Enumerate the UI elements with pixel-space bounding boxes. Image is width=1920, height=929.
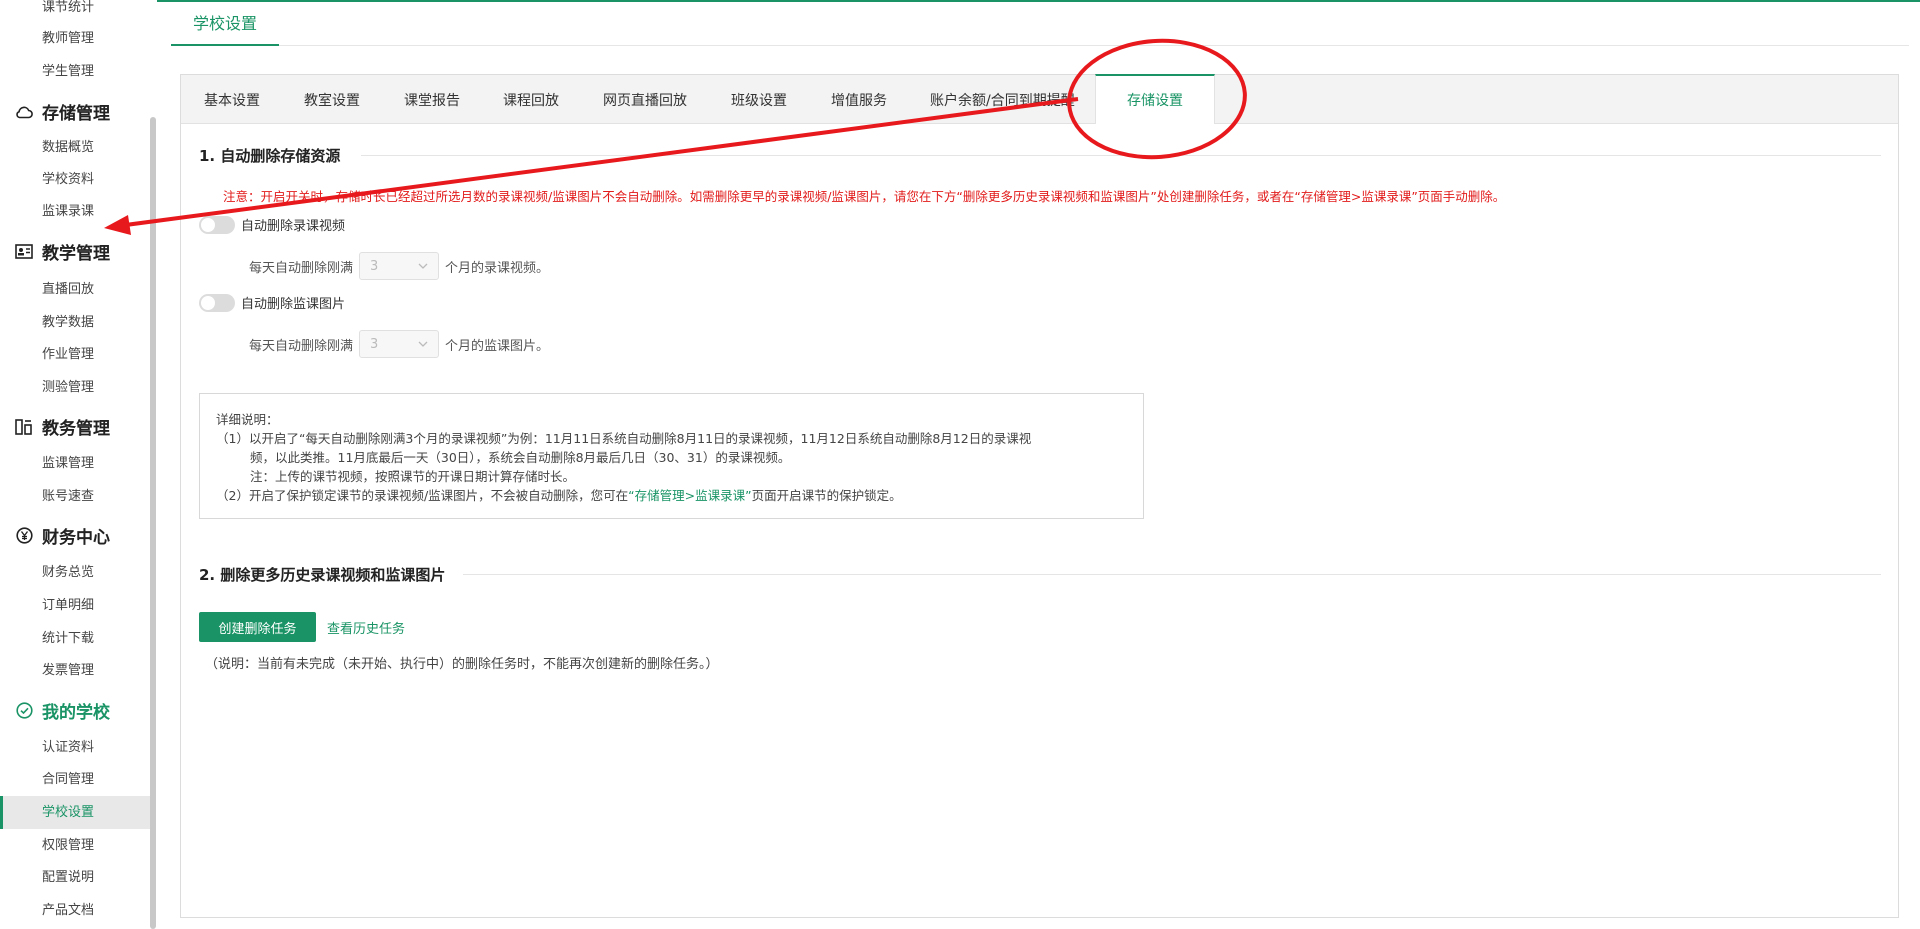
chevron-down-icon — [418, 341, 428, 347]
delete-task-note: （说明：当前有未完成（未开始、执行中）的删除任务时，不能再次创建新的删除任务。） — [205, 657, 719, 672]
image-months-row: 每天自动删除刚满 3 个月的监课图片。 — [249, 330, 549, 358]
school-check-icon — [14, 701, 34, 721]
sidebar-item-order-details[interactable]: 订单明细 — [42, 598, 94, 614]
sidebar-item-permission-management[interactable]: 权限管理 — [42, 838, 94, 854]
video-prefix-text: 每天自动删除刚满 — [249, 260, 354, 276]
sidebar-group-teaching[interactable]: 教学管理 — [14, 239, 110, 264]
section-divider — [463, 574, 1881, 575]
desc-line-1c: 注：上传的课节视频，按照课节的开课日期计算存储时长。 — [250, 469, 576, 484]
sidebar-group-label: 财务中心 — [42, 528, 110, 548]
tab-classroom-settings[interactable]: 教室设置 — [304, 75, 360, 124]
storage-recording-link[interactable]: “存储管理>监课录课” — [628, 488, 751, 503]
toggle-knob — [201, 295, 215, 310]
sidebar-item-teacher-management[interactable]: 教师管理 — [42, 31, 94, 47]
sidebar-item-student-management[interactable]: 学生管理 — [42, 64, 94, 80]
video-months-value: 3 — [370, 258, 379, 274]
sidebar-scrollbar[interactable] — [150, 117, 156, 929]
sidebar-item-account-lookup[interactable]: 账号速查 — [42, 489, 94, 505]
tab-class-settings[interactable]: 班级设置 — [731, 75, 787, 124]
sidebar-item-stats-download[interactable]: 统计下载 — [42, 631, 94, 647]
sidebar-item-contract-management[interactable]: 合同管理 — [42, 772, 94, 788]
tab-class-report[interactable]: 课堂报告 — [404, 75, 460, 124]
sidebar-group-label: 教务管理 — [42, 419, 110, 439]
sidebar-group-label: 我的学校 — [42, 703, 110, 723]
sidebar-group-finance[interactable]: 财务中心 — [14, 523, 110, 548]
auto-delete-video-toggle[interactable] — [199, 215, 235, 234]
video-suffix-text: 个月的录课视频。 — [445, 260, 550, 276]
sidebar-item-monitor-management[interactable]: 监课管理 — [42, 456, 94, 472]
tab-basic-settings[interactable]: 基本设置 — [204, 75, 260, 124]
sidebar-item-homework-management[interactable]: 作业管理 — [42, 347, 94, 363]
section-auto-delete-title: 1. 自动删除存储资源 — [199, 147, 341, 165]
image-months-select[interactable]: 3 — [359, 330, 440, 358]
sidebar-item-lesson-stats[interactable]: 课节统计 — [42, 0, 94, 16]
view-history-tasks-link[interactable]: 查看历史任务 — [327, 618, 405, 637]
yen-icon — [14, 526, 34, 546]
sidebar-group-label: 存储管理 — [42, 104, 110, 124]
settings-panel: 基本设置 教室设置 课堂报告 课程回放 网页直播回放 班级设置 增值服务 账户余… — [180, 74, 1899, 918]
sidebar-item-quiz-management[interactable]: 测验管理 — [42, 380, 94, 396]
sidebar-group-academic[interactable]: 教务管理 — [14, 414, 110, 439]
cloud-icon — [14, 102, 34, 122]
sidebar-item-config-guide[interactable]: 配置说明 — [42, 870, 94, 886]
tab-balance-contract-reminder[interactable]: 账户余额/合同到期提醒 — [930, 75, 1075, 124]
teaching-icon — [14, 242, 34, 262]
video-months-row: 每天自动删除刚满 3 个月的录课视频。 — [249, 252, 549, 280]
sidebar-item-certification[interactable]: 认证资料 — [42, 740, 94, 756]
auto-delete-image-label: 自动删除监课图片 — [241, 297, 346, 312]
tab-course-playback[interactable]: 课程回放 — [503, 75, 559, 124]
tab-storage-settings[interactable]: 存储设置 — [1095, 74, 1215, 124]
image-prefix-text: 每天自动删除刚满 — [249, 338, 354, 354]
sidebar-item-live-playback[interactable]: 直播回放 — [42, 282, 94, 298]
desc-line-2-prefix: （2）开启了保护锁定课节的录课视频/监课图片，不会被自动删除，您可在 — [216, 488, 629, 503]
section-divider — [361, 155, 1881, 156]
desc-line-1b: 频，以此类推。11月底最后一天（30日），系统会自动删除8月最后几日（30、31… — [250, 450, 791, 465]
sidebar-group-label: 教学管理 — [42, 244, 110, 264]
desc-line-2-suffix: 页面开启课节的保护锁定。 — [751, 488, 902, 503]
sidebar-item-product-docs[interactable]: 产品文档 — [42, 903, 94, 919]
tab-web-live-playback[interactable]: 网页直播回放 — [603, 75, 687, 124]
toggle-knob — [201, 217, 215, 232]
page-title-tab[interactable]: 学校设置 — [171, 0, 279, 46]
create-delete-task-button[interactable]: 创建删除任务 — [199, 612, 316, 642]
sidebar-item-class-recording[interactable]: 监课录课 — [42, 204, 94, 220]
page-title-bar: 学校设置 — [171, 0, 1909, 46]
detail-description-box: 详细说明： （1）以开启了“每天自动删除刚满3个月的录课视频”为例：11月11日… — [199, 393, 1144, 519]
desc-line-2: （2）开启了保护锁定课节的录课视频/监课图片，不会被自动删除，您可在“存储管理>… — [216, 486, 1127, 505]
sidebar-item-finance-overview[interactable]: 财务总览 — [42, 565, 94, 581]
sidebar-group-my-school[interactable]: 我的学校 — [14, 698, 110, 723]
desc-heading: 详细说明： — [216, 412, 279, 427]
image-suffix-text: 个月的监课图片。 — [445, 338, 550, 354]
video-months-select[interactable]: 3 — [359, 252, 440, 280]
chevron-down-icon — [418, 263, 428, 269]
toggle-row-video: 自动删除录课视频 — [199, 215, 345, 234]
auto-delete-image-toggle[interactable] — [199, 293, 235, 312]
section-delete-history-title: 2. 删除更多历史录课视频和监课图片 — [199, 566, 446, 584]
sidebar-item-teaching-data[interactable]: 教学数据 — [42, 315, 94, 331]
sidebar-item-school-materials[interactable]: 学校资料 — [42, 172, 94, 188]
image-months-value: 3 — [370, 336, 379, 352]
desc-line-1: （1）以开启了“每天自动删除刚满3个月的录课视频”为例：11月11日系统自动删除… — [216, 431, 1032, 446]
sidebar: 课节统计 教师管理 学生管理 存储管理 数据概览 学校资料 监课录课 教学管理 … — [0, 0, 157, 929]
sidebar-item-data-overview[interactable]: 数据概览 — [42, 140, 94, 156]
toggle-row-image: 自动删除监课图片 — [199, 293, 345, 312]
sidebar-item-invoice-management[interactable]: 发票管理 — [42, 663, 94, 679]
academic-icon — [14, 417, 34, 437]
auto-delete-video-label: 自动删除录课视频 — [241, 219, 346, 234]
sidebar-item-school-settings[interactable]: 学校设置 — [42, 805, 94, 821]
sidebar-active-indicator — [0, 796, 3, 829]
sidebar-group-storage[interactable]: 存储管理 — [14, 99, 110, 124]
tab-value-added-services[interactable]: 增值服务 — [831, 75, 887, 124]
storage-notice: 注意：开启开关时，存储时长已经超过所选月数的录课视频/监课图片不会自动删除。如需… — [223, 189, 1506, 204]
settings-tab-bar: 基本设置 教室设置 课堂报告 课程回放 网页直播回放 班级设置 增值服务 账户余… — [181, 74, 1898, 124]
